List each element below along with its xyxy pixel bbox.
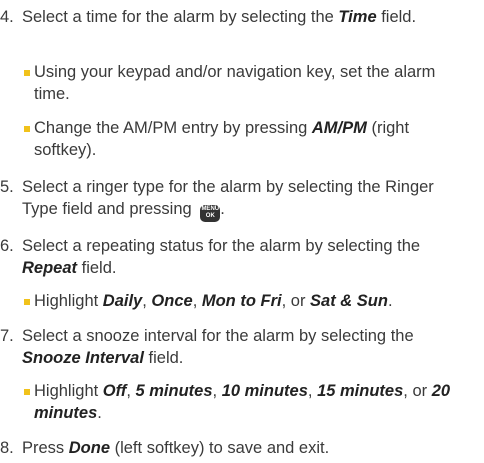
step-text: Select a snooze interval for the alarm b… — [22, 327, 414, 367]
step-number: 6. — [0, 237, 14, 255]
step-text: Select a repeating status for the alarm … — [22, 237, 421, 277]
step-4-bullet-2: Change the AM/PM entry by pressing AM/PM… — [22, 117, 462, 161]
bullet-icon — [22, 380, 32, 402]
bullet-text: Highlight Off, 5 minutes, 10 minutes, 15… — [34, 382, 451, 422]
step-8: 8. Press Done (left softkey) to save and… — [0, 437, 472, 459]
step-number: 7. — [0, 327, 14, 345]
step-text: Select a time for the alarm by selecting… — [22, 8, 417, 26]
step-text: Press Done (left softkey) to save and ex… — [22, 439, 330, 457]
step-7-bullet-1: Highlight Off, 5 minutes, 10 minutes, 15… — [22, 380, 462, 424]
step-4-bullet-1: Using your keypad and/or navigation key,… — [22, 61, 462, 105]
bullet-icon — [22, 290, 32, 312]
step-number: 8. — [0, 439, 14, 457]
bullet-icon — [22, 61, 32, 83]
instruction-page: 4. Select a time for the alarm by select… — [0, 0, 484, 463]
step-text: Select a ringer type for the alarm by se… — [22, 176, 472, 222]
step-6: 6. Select a repeating status for the ala… — [0, 235, 472, 279]
step-number: 5. — [0, 178, 14, 196]
menu-ok-key-icon: MENU OK — [200, 205, 221, 222]
bullet-icon — [22, 117, 32, 139]
step-7: 7. Select a snooze interval for the alar… — [0, 325, 472, 369]
step-number: 4. — [0, 8, 14, 26]
step-5: 5. Select a ringer type for the alarm by… — [0, 176, 472, 222]
step-6-bullet-1: Highlight Daily, Once, Mon to Fri, or Sa… — [22, 290, 462, 312]
step-4: 4. Select a time for the alarm by select… — [0, 6, 472, 28]
bullet-text: Change the AM/PM entry by pressing AM/PM… — [34, 119, 410, 159]
bullet-text: Using your keypad and/or navigation key,… — [34, 63, 436, 103]
bullet-text: Highlight Daily, Once, Mon to Fri, or Sa… — [34, 292, 393, 310]
